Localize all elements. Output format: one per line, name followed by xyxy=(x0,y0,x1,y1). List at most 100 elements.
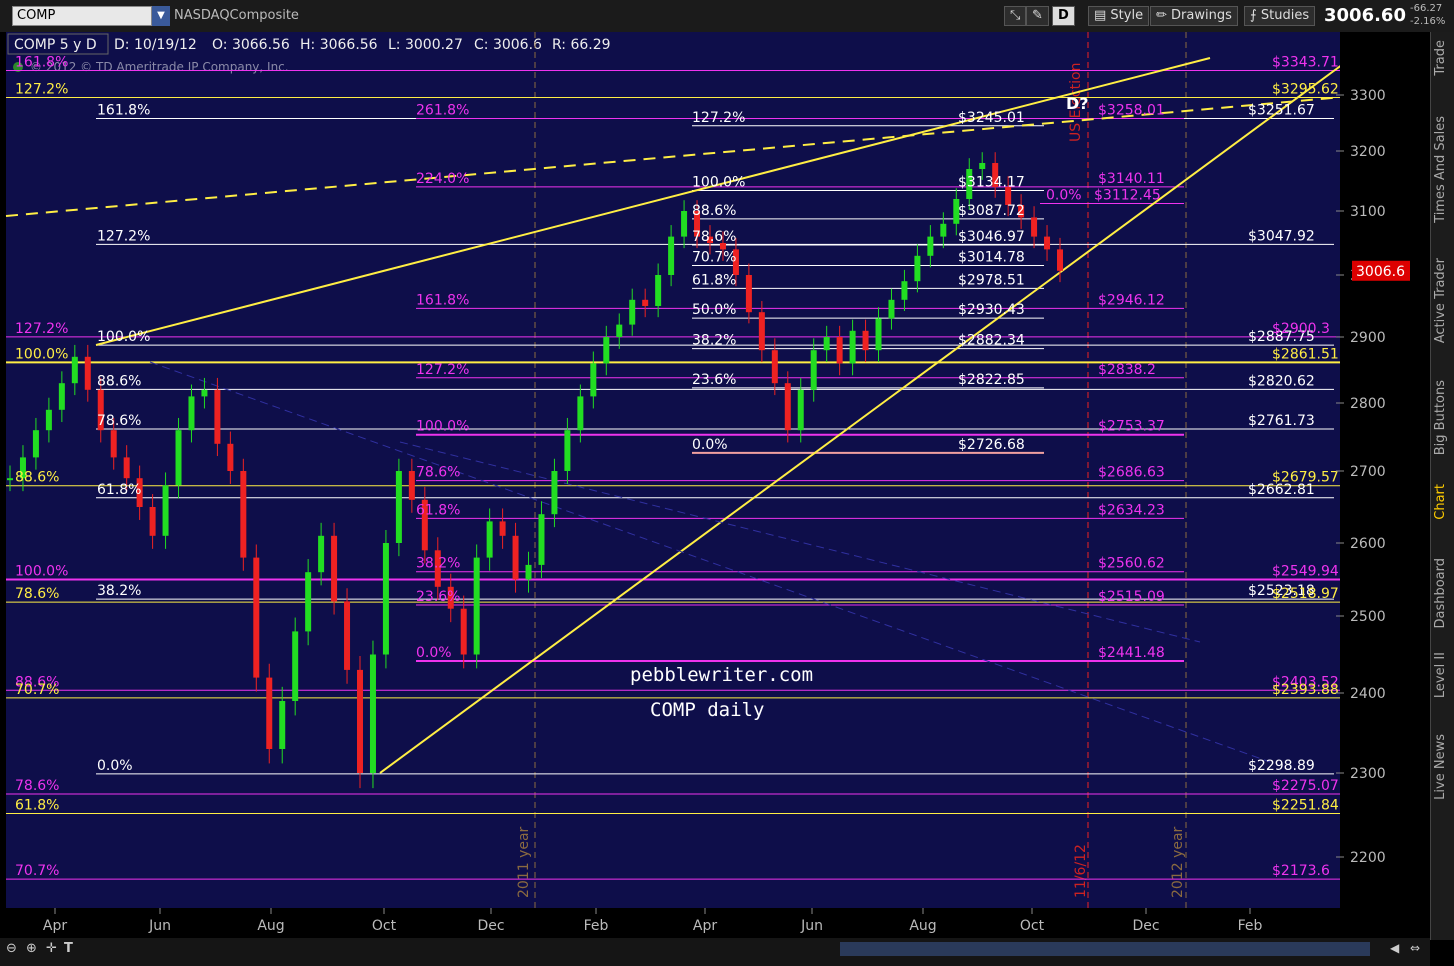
candle-body xyxy=(279,701,286,749)
fib-left-label: 161.8% xyxy=(15,55,68,71)
candle-body xyxy=(745,275,752,313)
fib-left-label: 100.0% xyxy=(15,564,68,580)
info-low: L: 3000.27 xyxy=(388,37,463,53)
fib-left-label: 127.2% xyxy=(15,81,68,97)
candle-body xyxy=(797,389,804,431)
period-button[interactable]: D xyxy=(1052,6,1075,26)
fib-magenta-price: $2515.09 xyxy=(1098,589,1165,605)
fib-mid-price: $3087.72 xyxy=(958,203,1025,219)
candle-body xyxy=(914,255,921,282)
fib-price-label: $2298.89 xyxy=(1248,758,1315,774)
candle-body xyxy=(71,356,78,384)
symbol-description: NASDAQComposite xyxy=(174,8,299,23)
info-open: O: 3066.56 xyxy=(212,37,290,53)
fib-magenta-pct: 0.0% xyxy=(1046,188,1082,204)
candle-body xyxy=(681,211,688,237)
tab-level-ii[interactable]: Level II xyxy=(1433,652,1448,698)
fib-price-label: $2820.62 xyxy=(1248,373,1315,389)
fib-left-label: 78.6% xyxy=(15,778,59,794)
fib-pct-label: 38.2% xyxy=(97,583,141,599)
tab-times-and-sales[interactable]: Times And Sales xyxy=(1433,116,1448,223)
fib-mid-price: $3245.01 xyxy=(958,110,1025,126)
x-tick-label: Jun xyxy=(148,918,171,934)
fib-mid-price: $2930.43 xyxy=(958,302,1025,318)
info-symbol: COMP 5 y D xyxy=(14,37,97,53)
x-tick-label: Dec xyxy=(477,918,504,934)
fib-mid-pct: 0.0% xyxy=(692,437,728,453)
toolbar: COMP ▼ NASDAQComposite ⤡ ✎ D ▤ Style ✏ D… xyxy=(0,0,1454,33)
candle-body xyxy=(357,669,363,773)
text-tool-icon[interactable]: T xyxy=(64,941,73,956)
candle-body xyxy=(901,281,908,300)
candle-body xyxy=(590,363,597,397)
candle-body xyxy=(642,299,649,306)
y-tick-label: 2800 xyxy=(1350,396,1386,412)
style-button[interactable]: ▤ Style xyxy=(1088,6,1150,26)
fib-pct-label: 161.8% xyxy=(97,103,150,119)
time-scrollbar[interactable] xyxy=(840,942,1370,956)
points-label: D? xyxy=(1066,94,1089,113)
fib-full-price: $2251.84 xyxy=(1272,797,1339,813)
tab-chart[interactable]: Chart xyxy=(1433,484,1448,520)
fib-magenta-pct: 127.2% xyxy=(416,362,469,378)
studies-button[interactable]: ⨍ Studies xyxy=(1244,6,1316,26)
candle-body xyxy=(382,543,389,655)
style-label: Style xyxy=(1110,8,1144,23)
fib-magenta-price: $2753.37 xyxy=(1098,419,1165,435)
fib-magenta-price: $2838.2 xyxy=(1098,362,1156,378)
candle-body xyxy=(888,299,895,319)
y-tick-label: 2400 xyxy=(1350,686,1386,702)
candle-body xyxy=(473,557,480,655)
fib-pct-label: 100.0% xyxy=(97,329,150,345)
fib-pct-label: 88.6% xyxy=(97,373,141,389)
symbol-dropdown-icon[interactable]: ▼ xyxy=(152,6,170,26)
zoom-out-icon[interactable]: ⊖ xyxy=(6,941,17,956)
fib-pct-label: 61.8% xyxy=(97,482,141,498)
tab-live-news[interactable]: Live News xyxy=(1433,734,1448,800)
fib-full-price: $2275.07 xyxy=(1272,778,1339,794)
fib-magenta-pct: 78.6% xyxy=(416,465,460,481)
tab-dashboard[interactable]: Dashboard xyxy=(1433,558,1448,629)
candle-body xyxy=(45,409,52,431)
zoom-in-icon[interactable]: ⊕ xyxy=(26,941,37,956)
watermark-site: pebblewriter.com xyxy=(630,664,813,686)
fib-full-price: $3295.62 xyxy=(1272,81,1339,97)
vertical-marker-label: 11/6/12 xyxy=(1073,844,1089,898)
expand-icon[interactable]: ⇔ xyxy=(1410,941,1420,955)
fib-price-label: $2761.73 xyxy=(1248,413,1315,429)
fib-mid-pct: 38.2% xyxy=(692,333,736,349)
candle-body xyxy=(655,275,662,306)
fib-magenta-price: $2634.23 xyxy=(1098,502,1165,518)
y-axis-panel xyxy=(1340,32,1430,938)
tab-active-trader[interactable]: Active Trader xyxy=(1433,258,1448,343)
fib-mid-pct: 127.2% xyxy=(692,110,745,126)
fib-left-label: 88.6% xyxy=(15,470,59,486)
scroll-left-icon[interactable]: ◀ xyxy=(1390,941,1399,955)
info-high: H: 3066.56 xyxy=(300,37,378,53)
tab-big-buttons[interactable]: Big Buttons xyxy=(1433,380,1448,455)
candle-body xyxy=(149,507,156,536)
candle-body xyxy=(84,356,91,390)
candle-body xyxy=(577,396,584,431)
drawings-button[interactable]: ✏ Drawings xyxy=(1150,6,1238,26)
candle-body xyxy=(240,471,247,558)
crosshair-icon[interactable]: ⤡ xyxy=(1004,6,1027,26)
candle-body xyxy=(823,337,830,351)
candle-body xyxy=(292,631,299,701)
symbol-input[interactable]: COMP xyxy=(12,6,152,26)
fib-magenta-pct: 100.0% xyxy=(416,419,469,435)
y-tick-label: 3100 xyxy=(1350,204,1386,220)
fib-mid-price: $3046.97 xyxy=(958,229,1025,245)
y-tick-label: 2900 xyxy=(1350,330,1386,346)
drawing-tool-icon[interactable]: ✛ xyxy=(46,941,57,956)
wrench-icon[interactable]: ✎ xyxy=(1026,6,1049,26)
candle-body xyxy=(538,514,545,565)
fib-left-label: 70.7% xyxy=(15,863,59,879)
candle-body xyxy=(188,396,195,431)
fib-magenta-price: $3258.01 xyxy=(1098,103,1165,119)
tab-trade[interactable]: Trade xyxy=(1433,40,1448,76)
candle-body xyxy=(784,383,791,431)
price-chart[interactable]: COMP 5 y D D: 10/19/12 O: 3066.56 H: 306… xyxy=(0,32,1430,938)
watermark-title: COMP daily xyxy=(650,699,764,721)
fib-pct-label: 78.6% xyxy=(97,413,141,429)
